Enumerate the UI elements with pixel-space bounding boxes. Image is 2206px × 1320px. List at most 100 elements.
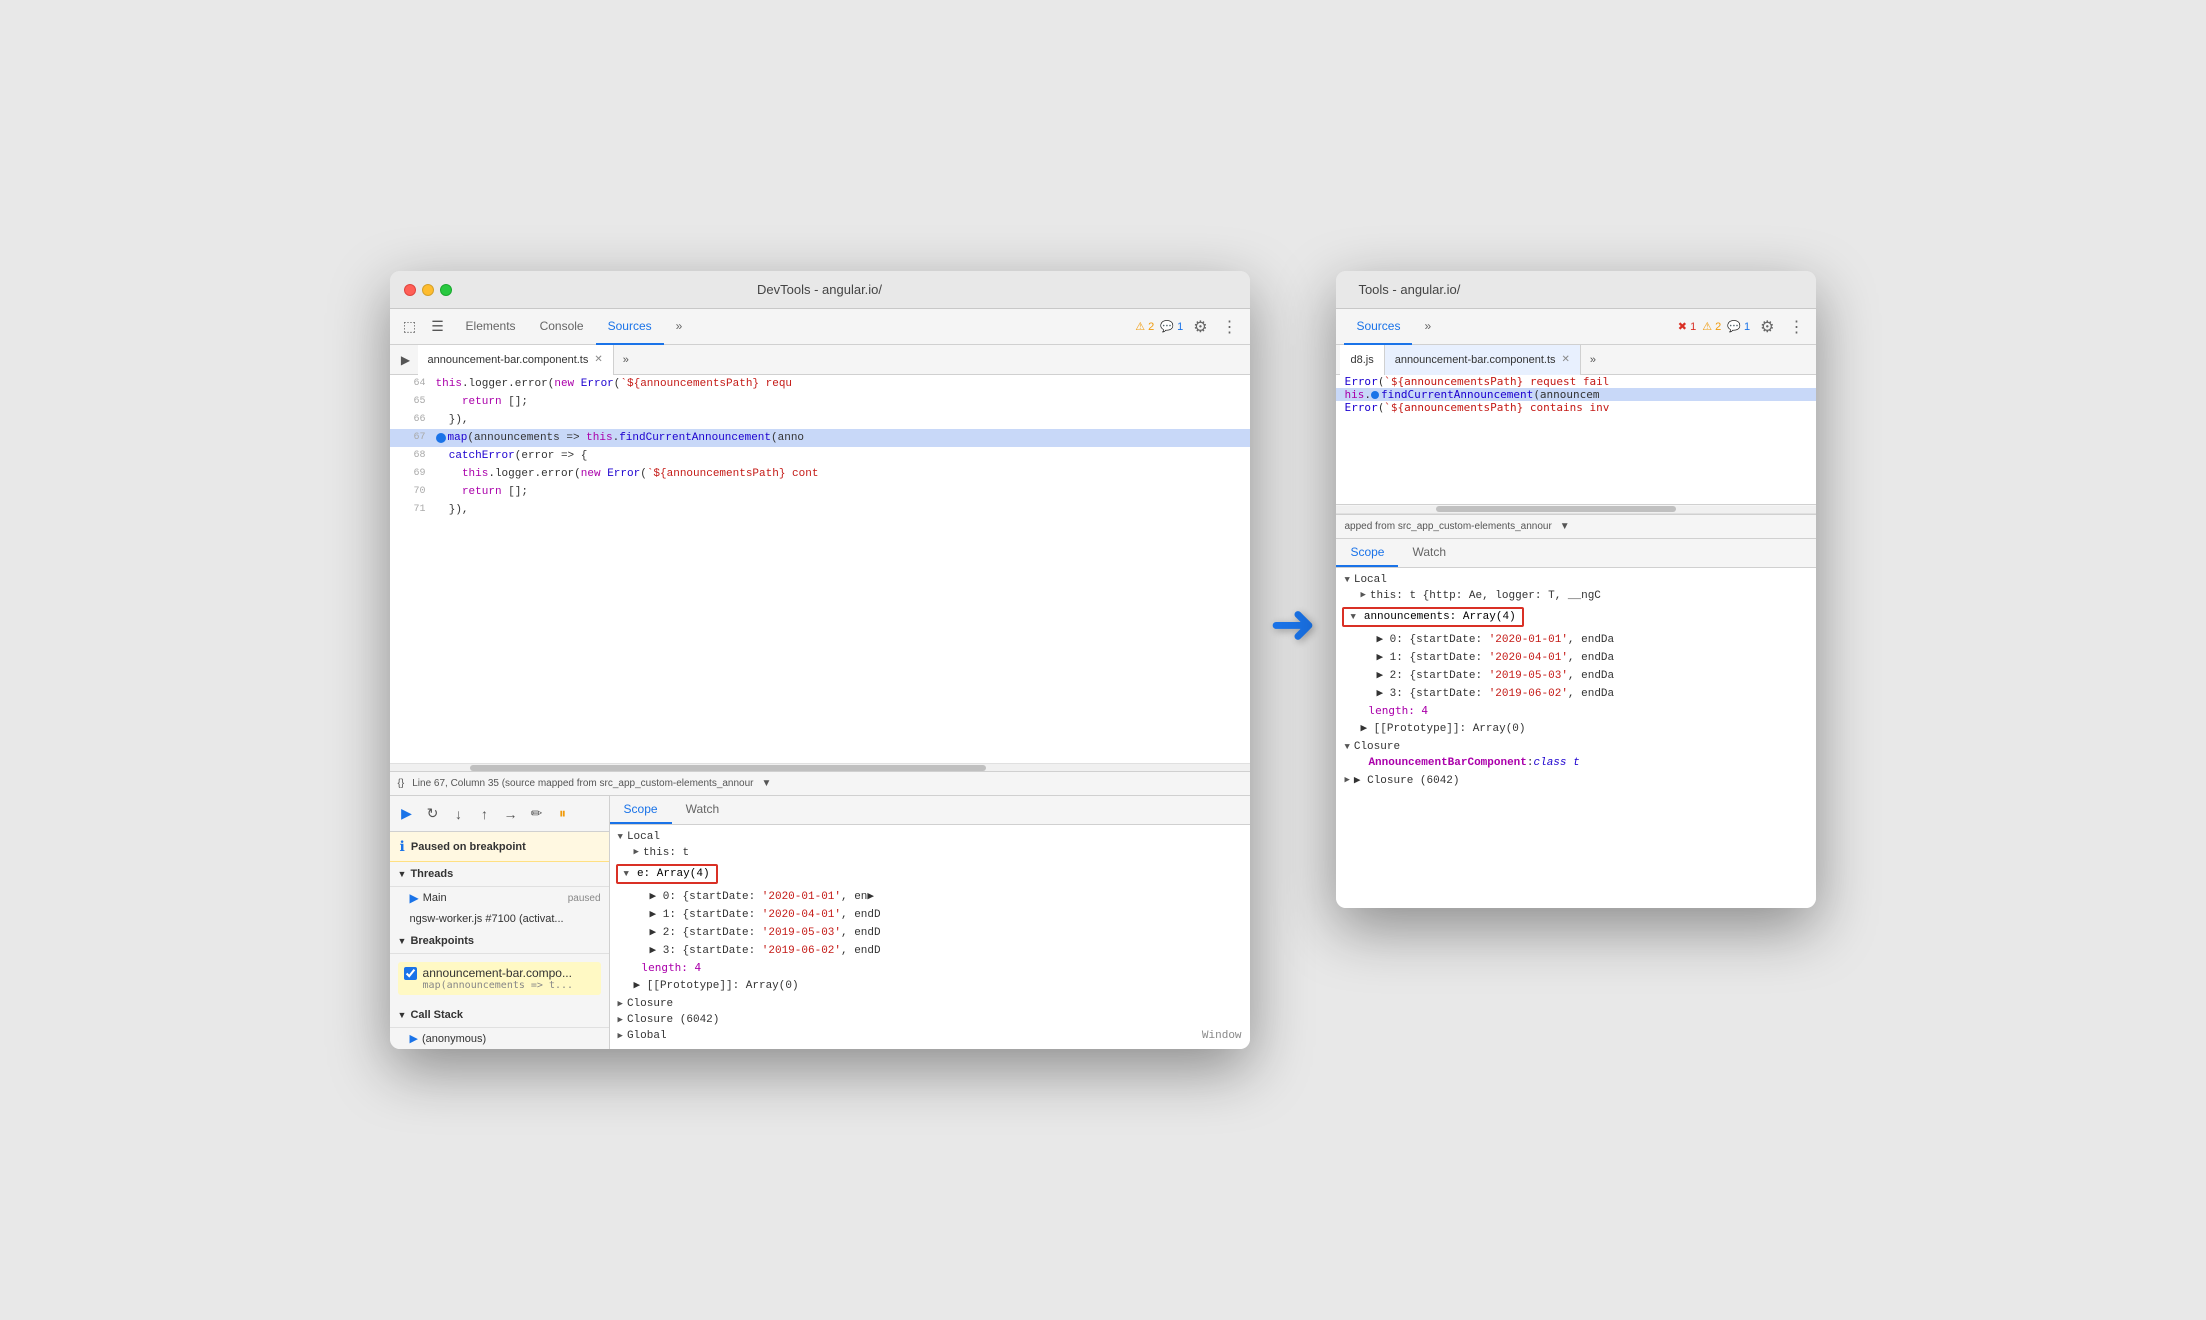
resume-btn[interactable]: ▶ [396,803,418,825]
file-tab-component-right[interactable]: announcement-bar.component.ts ✕ [1385,345,1581,375]
scope-a-3-right: ▶ 3: {startDate: '2019-06-02', endDa [1336,684,1816,702]
code-line-69: 69 this.logger.error(new Error(`${announ… [390,465,1250,483]
scope-closure-label-right: Closure [1354,741,1400,753]
arrow-connector: ➜ [1270,271,1317,657]
thread-ngsw-name: ngsw-worker.js #7100 (activat... [410,913,564,925]
pause-btn[interactable]: ⏸ [552,803,574,825]
file-tab-component-left[interactable]: announcement-bar.component.ts ✕ [418,345,614,375]
scope-this-right: ▶ this: t {http: Ae, logger: T, __ngC [1336,588,1816,604]
screenshot-container: DevTools - angular.io/ ⬚ ☰ Elements Cons… [390,271,1817,1049]
info-icon: ℹ [400,838,405,855]
scope-tab-scope-left[interactable]: Scope [610,796,672,824]
thread-ngsw[interactable]: ngsw-worker.js #7100 (activat... [390,909,609,929]
scope-local-header-left[interactable]: ▼ Local [610,829,1250,845]
scope-closure2-left[interactable]: ▶ Closure (6042) [610,1012,1250,1028]
cursor-icon[interactable]: ⬚ [398,315,422,339]
step-into-btn[interactable]: ↓ [448,803,470,825]
scope-tab-watch-right[interactable]: Watch [1398,539,1460,567]
main-toolbar-left: ⬚ ☰ Elements Console Sources » ⚠ 2 💬 1 [390,309,1250,345]
tab-elements[interactable]: Elements [454,309,528,345]
scope-tab-watch-left[interactable]: Watch [672,796,734,824]
breakpoint-text-1: announcement-bar.compo... map(announceme… [423,966,574,991]
breakpoints-section-header[interactable]: ▼ Breakpoints [390,929,609,954]
status-bar-left: {} Line 67, Column 35 (source mapped fro… [390,771,1250,795]
threads-arrow: ▼ [398,869,407,879]
scope-e-label-left: e: Array(4) [637,868,710,880]
scope-panel-right: Scope Watch ▼ Local ▶ this: t {http: Ae,… [1336,538,1816,908]
close-button[interactable] [404,284,416,296]
call-stack-section-header[interactable]: ▼ Call Stack [390,1003,609,1028]
scope-tab-scope-right[interactable]: Scope [1336,539,1398,567]
code-area-left[interactable]: 64 this.logger.error(new Error(`${announ… [390,375,1250,763]
file-tab-more-left[interactable]: » [614,348,638,372]
breakpoint-marker [436,433,446,443]
thread-main[interactable]: ▶ Main paused [390,887,609,909]
step-over-btn[interactable]: ↻ [422,803,444,825]
scope-closure-right[interactable]: ▼ Closure [1336,739,1816,755]
status-text-left: Line 67, Column 35 (source mapped from s… [412,778,753,789]
format-icon[interactable]: {} [398,778,405,789]
paused-banner: ℹ Paused on breakpoint [390,832,609,862]
settings-icon-right[interactable]: ⚙ [1756,317,1778,337]
more-icon-left[interactable]: ⋮ [1218,317,1242,337]
tab-bar-right: Sources » [1344,309,1673,345]
step-btn[interactable]: → [500,803,522,825]
scope-e-length-left: length: 4 [610,959,1250,976]
tab-sources-right[interactable]: Sources [1344,309,1412,345]
scope-local-label-right: Local [1354,574,1387,586]
file-tab-d8-right[interactable]: d8.js [1340,345,1384,375]
breakpoint-checkbox-1: announcement-bar.compo... map(announceme… [404,966,595,991]
h-scrollbar-left[interactable] [390,763,1250,771]
scope-closure2-right[interactable]: ▶ ▶ Closure (6042) [1336,771,1816,789]
scope-e-highlighted-left: ▼ e: Array(4) [616,864,718,884]
scope-local-header-right[interactable]: ▼ Local [1336,572,1816,588]
file-tab-more-right[interactable]: » [1581,348,1605,372]
file-tab-close-left[interactable]: ✕ [594,354,602,365]
code-panel-left: 64 this.logger.error(new Error(`${announ… [390,375,1250,795]
tab-more-right[interactable]: » [1412,309,1443,345]
scope-local-arrow-left: ▼ [618,832,623,842]
deactivate-btn[interactable]: ✏ [526,803,548,825]
h-scrollbar-right[interactable] [1336,506,1816,514]
scope-tab-bar-right: Scope Watch [1336,539,1816,568]
code-line-66: 66 }), [390,411,1250,429]
scope-closure-left[interactable]: ▶ Closure [610,996,1250,1012]
traffic-lights-left [404,284,452,296]
thread-main-arrow: ▶ [410,891,419,905]
status-bar-right: apped from src_app_custom-elements_annou… [1336,514,1816,538]
window-title-left: DevTools - angular.io/ [402,282,1238,297]
file-tree-icon[interactable]: ▶ [394,348,418,372]
thread-main-status: paused [568,893,601,904]
h-scrollbar-thumb-right[interactable] [1436,506,1676,512]
status-arrow: ▼ [762,778,772,789]
code-line-r3: Error(`${announcementsPath} contains inv [1336,401,1816,414]
main-layout-left: 64 this.logger.error(new Error(`${announ… [390,375,1250,795]
tab-more-left[interactable]: » [664,309,695,345]
breakpoint-cb-1[interactable] [404,967,417,980]
code-line-68: 68 catchError(error => { [390,447,1250,465]
scope-this-left: ▶ this: t [610,845,1250,861]
scope-e-0-left: ▶ 0: {startDate: '2020-01-01', en▶ [610,887,1250,905]
scope-e-1-left: ▶ 1: {startDate: '2020-04-01', endD [610,905,1250,923]
breakpoints-arrow: ▼ [398,936,407,946]
breakpoint-item-1[interactable]: announcement-bar.compo... map(announceme… [398,962,601,995]
tab-console[interactable]: Console [528,309,596,345]
tab-sources-left[interactable]: Sources [596,309,664,345]
file-tab-close-right[interactable]: ✕ [1562,354,1570,365]
maximize-button[interactable] [440,284,452,296]
settings-icon-left[interactable]: ⚙ [1189,317,1211,337]
scope-global-left[interactable]: ▶ Global Window [610,1028,1250,1044]
code-area-right[interactable]: Error(`${announcementsPath} request fail… [1336,375,1816,505]
call-stack-item-1[interactable]: ▶ (anonymous) [390,1028,609,1049]
threads-section-header[interactable]: ▼ Threads [390,862,609,887]
bp-file-1: announcement-bar.compo... [423,966,574,980]
code-line-r1: Error(`${announcementsPath} request fail [1336,375,1816,388]
minimize-button[interactable] [422,284,434,296]
drawer-icon[interactable]: ☰ [426,315,450,339]
file-tab-bar-left: ▶ announcement-bar.component.ts ✕ » [390,345,1250,375]
step-out-btn[interactable]: ↑ [474,803,496,825]
scope-local-right: ▼ Local ▶ this: t {http: Ae, logger: T, … [1336,572,1816,737]
more-icon-right[interactable]: ⋮ [1784,317,1808,337]
bottom-layout-left: ▶ ↻ ↓ ↑ → ✏ ⏸ ℹ Paused on breakpoint ▼ T… [390,795,1250,1049]
title-bar-right: Tools - angular.io/ [1336,271,1816,309]
